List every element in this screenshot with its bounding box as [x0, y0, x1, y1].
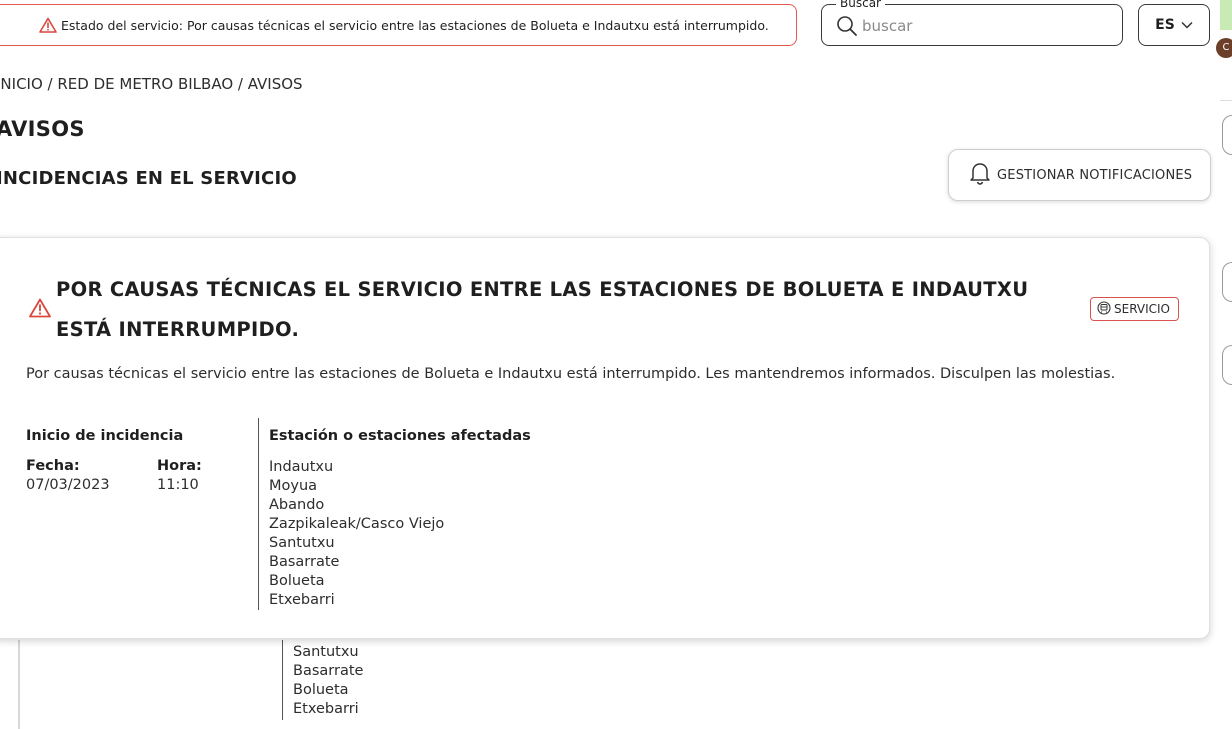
station-list: Santutxu Basarrate Bolueta Etxebarri [293, 643, 363, 719]
card-edge [18, 640, 20, 729]
time-value: 11:10 [157, 477, 199, 493]
search-icon [836, 15, 858, 41]
edge-handle[interactable] [1222, 345, 1232, 385]
edge-handle[interactable] [1222, 115, 1232, 155]
list-item: Indautxu [269, 459, 334, 475]
search-input[interactable] [862, 13, 1112, 39]
list-item: Etxebarri [269, 592, 335, 608]
edge-avatar[interactable]: C [1216, 38, 1232, 58]
edge-widget [1220, 0, 1232, 30]
list-item: Santutxu [293, 644, 359, 660]
edge-divider [1220, 100, 1232, 101]
service-tag-label: SERVICIO [1114, 302, 1170, 316]
list-item: Zazpikaleak/Casco Viejo [269, 516, 445, 532]
list-item: Bolueta [269, 573, 325, 589]
incident-start-heading: Inicio de incidencia [26, 428, 184, 444]
warning-icon [29, 298, 51, 322]
edge-handle[interactable] [1222, 262, 1232, 302]
incident-card[interactable]: POR CAUSAS TÉCNICAS EL SERVICIO ENTRE LA… [0, 237, 1210, 639]
list-item: Basarrate [269, 554, 340, 570]
list-item: Santutxu [269, 535, 335, 551]
list-item: Basarrate [293, 663, 364, 679]
breadcrumb: INICIO / RED DE METRO BILBAO / AVISOS [0, 75, 303, 93]
list-item: Etxebarri [293, 701, 359, 717]
chevron-down-icon [1181, 17, 1193, 33]
affected-stations-list: Indautxu Moyua Abando Zazpikaleak/Casco … [269, 458, 444, 610]
manage-notifications-label: GESTIONAR NOTIFICACIONES [997, 167, 1193, 183]
manage-notifications-button[interactable]: GESTIONAR NOTIFICACIONES [948, 149, 1211, 201]
search-box[interactable]: Buscar [821, 0, 1123, 46]
page-title: AVISOS [0, 117, 85, 141]
service-status-banner[interactable]: Estado del servicio: Por causas técnicas… [0, 4, 797, 46]
time-label: Hora: [157, 458, 202, 474]
language-select[interactable]: ES [1138, 4, 1210, 46]
list-item: Moyua [269, 478, 318, 494]
bell-icon [969, 161, 991, 189]
warning-icon [39, 17, 57, 36]
banner-text: Estado del servicio: Por causas técnicas… [61, 17, 769, 33]
section-title: INCIDENCIAS EN EL SERVICIO [0, 168, 297, 189]
service-tag: SERVICIO [1090, 297, 1179, 321]
card-divider [258, 418, 259, 610]
language-value: ES [1155, 17, 1175, 33]
incident-description: Por causas técnicas el servicio entre la… [26, 366, 1116, 382]
incident-title: POR CAUSAS TÉCNICAS EL SERVICIO ENTRE LA… [56, 278, 1029, 341]
affected-stations-heading: Estación o estaciones afectadas [269, 428, 531, 444]
list-item: Abando [269, 497, 325, 513]
list-item: Bolueta [293, 682, 349, 698]
date-label: Fecha: [26, 458, 80, 474]
card-divider [282, 640, 283, 720]
train-icon [1097, 300, 1111, 318]
search-label: Buscar [836, 0, 885, 10]
date-value: 07/03/2023 [26, 477, 110, 493]
